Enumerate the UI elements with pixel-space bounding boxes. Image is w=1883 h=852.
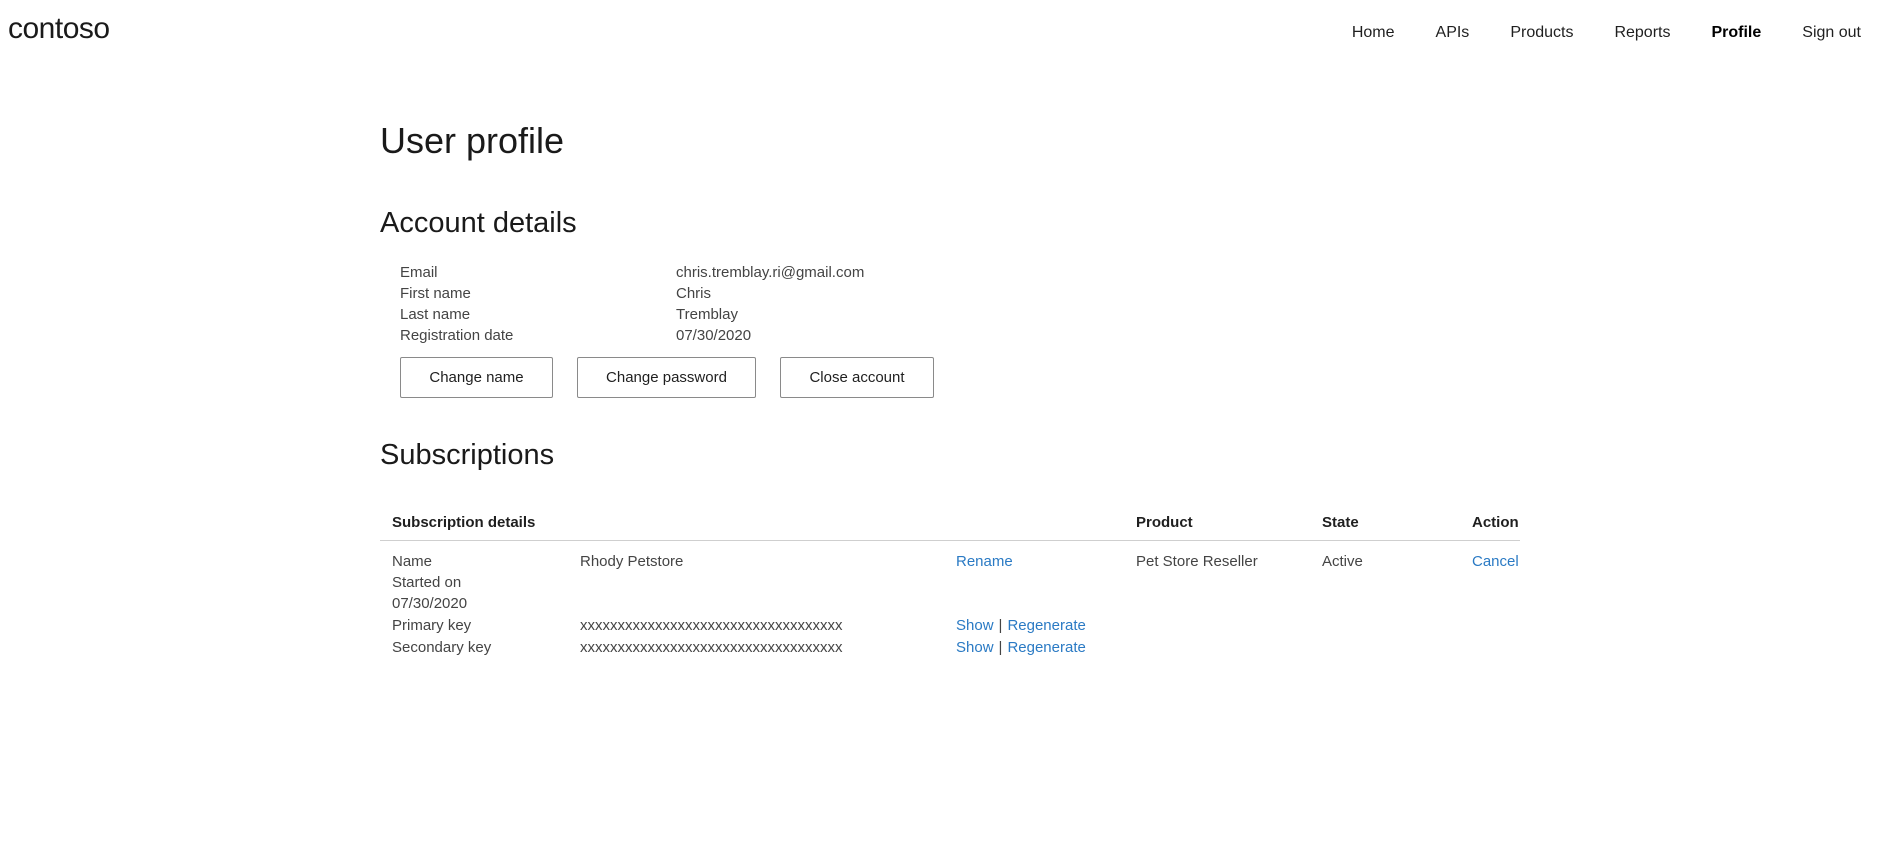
account-details-heading: Account details [380,207,577,239]
name-label: Name [392,553,433,570]
email-label: Email [400,264,438,281]
contoso-logo[interactable]: contoso [8,12,110,46]
column-header-action: Action [1472,514,1519,531]
table-row: Name Rhody Petstore Rename Started on 07… [380,541,1520,671]
column-header-product: Product [1136,514,1193,531]
last-name-label: Last name [400,306,471,323]
first-name-label: First name [400,285,471,302]
secondary-key-show-link[interactable]: Show [956,639,994,656]
link-separator: | [998,617,1003,634]
nav-apis[interactable]: APIs [1436,24,1470,42]
secondary-key-value: xxxxxxxxxxxxxxxxxxxxxxxxxxxxxxxxxxx [580,639,843,656]
state-value: Active [1322,553,1363,570]
top-bar: contoso Home APIs Products Reports Profi… [0,0,1883,70]
subscriptions-section: Subscriptions Subscription details Produ… [380,436,1520,671]
subscriptions-heading: Subscriptions [380,439,555,471]
account-buttons: Change name Change password Close accoun… [400,357,1520,398]
rename-link[interactable]: Rename [956,553,1013,570]
secondary-key-label: Secondary key [392,639,492,656]
registration-date-value: 07/30/2020 [676,327,752,344]
column-header-state: State [1322,514,1359,531]
nav-reports[interactable]: Reports [1614,24,1670,42]
detail-row-last-name: Last name Tremblay [400,304,1520,325]
cancel-subscription-link[interactable]: Cancel [1472,553,1519,570]
main-content: User profile Account details Email chris… [380,118,1520,671]
last-name-value: Tremblay [676,306,738,323]
product-value: Pet Store Reseller [1136,553,1258,570]
subscriptions-table: Subscription details Product State Actio… [380,510,1520,671]
change-name-button[interactable]: Change name [400,357,553,398]
account-details-section: Account details Email chris.tremblay.ri@… [380,204,1520,398]
started-on-label: Started on [392,574,462,591]
table-header: Subscription details Product State Actio… [380,510,1520,541]
detail-row-registration-date: Registration date 07/30/2020 [400,325,1520,346]
main-nav: Home APIs Products Reports Profile Sign … [1352,24,1861,42]
nav-home[interactable]: Home [1352,24,1395,42]
secondary-key-regenerate-link[interactable]: Regenerate [1007,639,1085,656]
first-name-value: Chris [676,285,712,302]
account-details-list: Email chris.tremblay.ri@gmail.com First … [400,262,1520,346]
started-on-value: 07/30/2020 [392,595,468,612]
column-header-subscription-details: Subscription details [392,514,536,531]
registration-date-label: Registration date [400,327,514,344]
secondary-key-actions: Show | Regenerate [956,639,1086,656]
email-value: chris.tremblay.ri@gmail.com [676,264,865,281]
primary-key-label: Primary key [392,617,472,634]
primary-key-value: xxxxxxxxxxxxxxxxxxxxxxxxxxxxxxxxxxx [580,617,843,634]
page-title: User profile [380,120,565,161]
primary-key-show-link[interactable]: Show [956,617,994,634]
subscription-name-value: Rhody Petstore [580,553,684,570]
link-separator: | [998,639,1003,656]
primary-key-regenerate-link[interactable]: Regenerate [1007,617,1085,634]
detail-row-email: Email chris.tremblay.ri@gmail.com [400,262,1520,283]
close-account-button[interactable]: Close account [780,357,934,398]
detail-row-first-name: First name Chris [400,283,1520,304]
nav-sign-out[interactable]: Sign out [1802,24,1861,42]
nav-products[interactable]: Products [1510,24,1573,42]
nav-profile[interactable]: Profile [1711,24,1761,42]
primary-key-actions: Show | Regenerate [956,617,1086,634]
change-password-button[interactable]: Change password [577,357,756,398]
